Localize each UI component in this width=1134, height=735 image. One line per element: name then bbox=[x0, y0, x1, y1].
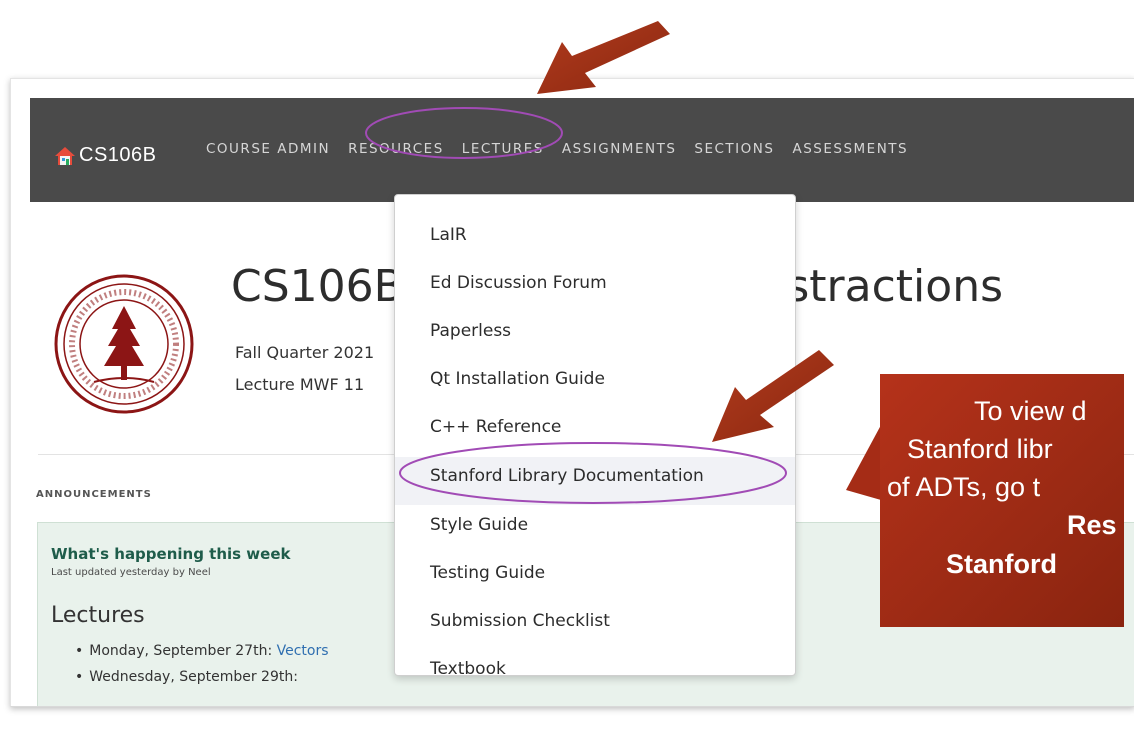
nav-resources[interactable]: RESOURCES bbox=[348, 141, 444, 157]
menu-item-textbook[interactable]: Textbook bbox=[430, 659, 506, 679]
brand-text: CS106B bbox=[79, 144, 157, 166]
list-item: • Monday, September 27th: Vectors bbox=[75, 643, 329, 659]
menu-item-cpp-reference[interactable]: C++ Reference bbox=[430, 417, 561, 437]
lecture-date: Wednesday, September 29th: bbox=[89, 669, 298, 685]
nav-assignments[interactable]: ASSIGNMENTS bbox=[562, 141, 677, 157]
nav-assessments[interactable]: ASSESSMENTS bbox=[792, 141, 908, 157]
brand-link[interactable]: CS106B bbox=[54, 144, 157, 167]
card-updated: Last updated yesterday by Neel bbox=[51, 567, 211, 578]
nav-sections[interactable]: SECTIONS bbox=[694, 141, 774, 157]
nav-links: COURSE ADMIN RESOURCES LECTURES ASSIGNME… bbox=[206, 141, 926, 157]
lecture-date: Monday, September 27th: bbox=[89, 643, 277, 659]
stanford-seal-logo bbox=[54, 274, 194, 414]
lectures-heading: Lectures bbox=[51, 603, 145, 628]
card-title: What's happening this week bbox=[51, 545, 291, 563]
lecture-list: • Monday, September 27th: Vectors • Wednes… bbox=[75, 643, 329, 695]
callout-line: of ADTs, go t bbox=[887, 472, 1041, 502]
resources-dropdown-menu: LaIR Ed Discussion Forum Paperless Qt In… bbox=[394, 194, 796, 679]
callout-line: Stanford libr bbox=[907, 434, 1053, 464]
menu-item-paperless[interactable]: Paperless bbox=[430, 321, 511, 341]
callout-line: To view d bbox=[974, 396, 1087, 426]
quarter-text: Fall Quarter 2021 bbox=[235, 343, 375, 362]
annotation-callout: To view d Stanford libr of ADTs, go t Re… bbox=[880, 374, 1124, 627]
menu-item-stanford-library-docs[interactable]: Stanford Library Documentation bbox=[430, 466, 704, 486]
menu-item-qt-guide[interactable]: Qt Installation Guide bbox=[430, 369, 605, 389]
menu-item-style-guide[interactable]: Style Guide bbox=[430, 515, 528, 535]
callout-line: Res bbox=[1067, 510, 1117, 540]
callout-line: Stanford bbox=[946, 549, 1057, 579]
announcements-label: ANNOUNCEMENTS bbox=[36, 489, 152, 500]
menu-item-ed-forum[interactable]: Ed Discussion Forum bbox=[430, 273, 607, 293]
lecture-time-text: Lecture MWF 11 bbox=[235, 375, 365, 394]
menu-item-lair[interactable]: LaIR bbox=[430, 225, 467, 245]
menu-item-testing-guide[interactable]: Testing Guide bbox=[430, 563, 545, 583]
nav-course-admin[interactable]: COURSE ADMIN bbox=[206, 141, 330, 157]
menu-item-submission-checklist[interactable]: Submission Checklist bbox=[430, 611, 610, 631]
nav-lectures[interactable]: LECTURES bbox=[462, 141, 544, 157]
lecture-link[interactable]: Vectors bbox=[277, 643, 329, 659]
list-item: • Wednesday, September 29th: bbox=[75, 669, 298, 685]
home-icon bbox=[55, 146, 75, 165]
top-navbar: CS106B COURSE ADMIN RESOURCES LECTURES A… bbox=[30, 98, 1134, 202]
